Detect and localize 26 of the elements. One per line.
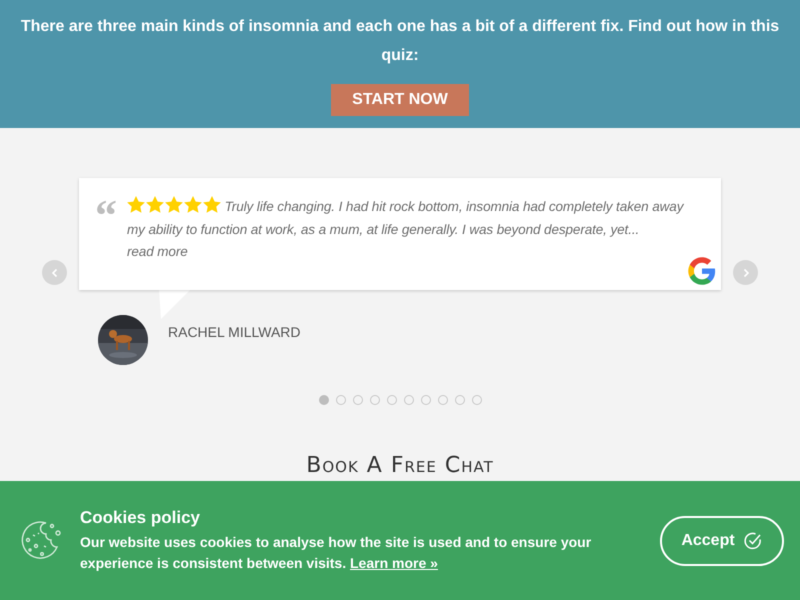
carousel-dot[interactable]: [454, 395, 464, 405]
carousel-dot[interactable]: [386, 395, 396, 405]
reviewer-name: RACHEL MILLWARD: [168, 324, 301, 340]
promo-text: There are three main kinds of insomnia and each one has a bit of a different fix. Find out how in this quiz:: [20, 17, 780, 66]
carousel-dot[interactable]: [352, 395, 362, 405]
learn-more-link[interactable]: Learn more »: [350, 554, 438, 570]
start-now-button[interactable]: START NOW: [331, 84, 469, 116]
carousel-dot[interactable]: [420, 395, 430, 405]
section-heading: Book A Free Chat: [306, 453, 494, 478]
carousel-dot[interactable]: [318, 395, 328, 405]
chevron-left-icon: [50, 268, 60, 278]
quote-mark: “: [95, 196, 118, 242]
carousel-dot[interactable]: [370, 395, 380, 405]
carousel-dot[interactable]: [404, 395, 414, 405]
check-circle-icon: [742, 530, 763, 550]
carousel-dot[interactable]: [336, 395, 346, 405]
cookie-title: Cookies policy: [80, 508, 201, 528]
accept-button[interactable]: Accept: [660, 516, 784, 566]
cookie-text: Our website uses cookies to analyse how the site is used and to ensure your experience is consistent between visits. Learn more »: [80, 532, 592, 573]
carousel-dot[interactable]: [472, 395, 482, 405]
google-logo-icon: [687, 256, 717, 286]
read-more-link[interactable]: read more: [127, 244, 188, 259]
next-arrow-button[interactable]: [733, 260, 758, 285]
previous-arrow-button[interactable]: [42, 260, 67, 285]
review-text: Truly life changing. I had hit rock bottom, insomnia had completely taken away my ability to function at work, as a mum, at life generally. I was beyond desperate, yet... read more: [127, 196, 695, 264]
carousel-dot[interactable]: [438, 395, 448, 405]
